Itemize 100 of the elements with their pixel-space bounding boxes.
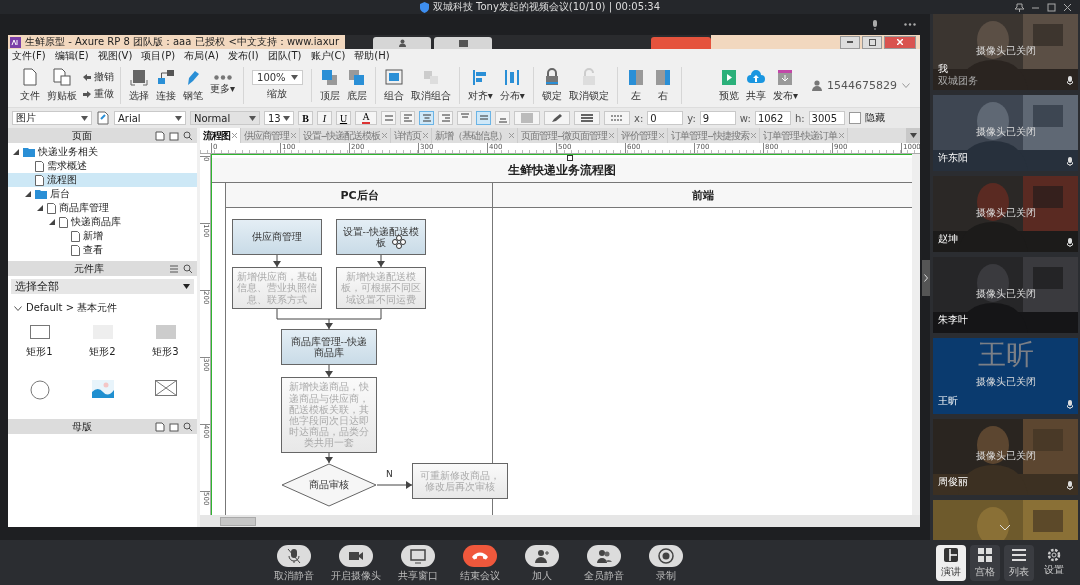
grid-view-tab[interactable]: 宫格 [970, 544, 1000, 581]
text-style-button[interactable]: I [317, 111, 332, 125]
toolbar-button[interactable]: 分布▾ [497, 66, 527, 104]
toolbar-button[interactable]: 预览 [716, 66, 741, 104]
note-node: 可重新修改商品，修改后再次审核 [412, 463, 508, 499]
camera-status: 摄像头已关闭 [974, 206, 1037, 220]
width-field[interactable]: 1062 [754, 111, 791, 125]
field-label: y: [687, 112, 696, 124]
toolbar-button[interactable]: 文件 [18, 66, 42, 104]
panel-title: 元件库 [72, 261, 105, 276]
text-style-dropdown[interactable]: Normal [190, 111, 260, 125]
page-tab[interactable]: 设置--快递配送模板 [300, 128, 392, 143]
page-tab[interactable]: 详情页 [391, 128, 433, 143]
camera-status: 摄像头已关闭 [974, 449, 1037, 463]
page-tree-item[interactable]: 快递业务相关 [8, 145, 197, 159]
page-tab[interactable]: 供应商管理 [241, 128, 300, 143]
lane-title: 前端 [493, 183, 912, 208]
widget-label: 矩形3 [152, 345, 179, 359]
menu-item[interactable]: 帮助(H) [354, 49, 390, 63]
widget-type-dropdown[interactable]: 图片 [12, 111, 92, 125]
redo-button[interactable]: 重做 [82, 86, 114, 101]
panel-title: 母版 [70, 419, 93, 434]
library-dropdown[interactable]: 选择全部 [11, 279, 194, 294]
field-label: h: [794, 112, 805, 124]
page-tree-item[interactable]: 需求概述 [8, 159, 197, 173]
menu-item[interactable]: 文件(F) [12, 49, 46, 63]
invite-button[interactable]: 加人 [516, 545, 568, 585]
zoom-dropdown[interactable]: 100% [252, 69, 303, 85]
toolbar-button[interactable]: 钢笔 [181, 66, 205, 104]
meeting-title: 双城科技 Tony发起的视频会议(10/10) | 00:05:34 [419, 0, 661, 14]
avatar-text: 王昕 [976, 338, 1035, 372]
menu-item[interactable]: 发布(I) [227, 49, 259, 63]
end-meeting-button[interactable]: 结束会议 [454, 545, 506, 585]
mute-all-button[interactable]: 全员静音 [578, 545, 630, 585]
window-subtitle: <中文支持：www.iaxur [228, 35, 339, 49]
account-menu[interactable]: 1544675829 [806, 78, 916, 92]
window-title: 生鲜原型 - Axure RP 8 团队版：aaa 已授权 [25, 35, 225, 49]
toolbar-button[interactable]: 连接 [154, 66, 178, 104]
font-size-dropdown[interactable]: 13 [264, 111, 294, 125]
menu-item[interactable]: 项目(P) [141, 49, 176, 63]
camera-button[interactable]: 开启摄像头 [330, 545, 382, 585]
process-node: 供应商管理 [232, 219, 322, 255]
page-tab[interactable]: 新增（基础信息） [432, 128, 519, 143]
text-style-button[interactable]: U [336, 111, 351, 125]
page-tree-item[interactable]: 新增 [8, 229, 197, 243]
library-group[interactable]: Default > 基本元件 [8, 297, 197, 319]
menu-item[interactable]: 布局(A) [184, 49, 219, 63]
field-label: w: [739, 112, 751, 124]
checkbox-label: 隐藏 [864, 111, 885, 125]
font-dropdown[interactable]: Arial [114, 111, 186, 125]
height-field[interactable]: 3005 [808, 111, 845, 125]
toolbar-button[interactable]: 底层 [344, 66, 369, 104]
toolbar-button[interactable]: 左 [623, 66, 648, 104]
menu-item[interactable]: 账户(C) [310, 49, 346, 63]
text-style-button[interactable]: B [298, 111, 313, 125]
edge-label: N [386, 469, 393, 479]
widget-label: 矩形2 [89, 345, 116, 359]
participant-name: 朱李叶 [938, 313, 968, 327]
process-node: 商品库管理--快递商品库 [281, 329, 377, 365]
x-field[interactable]: 0 [647, 111, 684, 125]
page-tree-item[interactable]: 流程图 [8, 173, 197, 187]
toolbar-button[interactable]: 取消组合 [408, 66, 453, 104]
toolbar-button[interactable]: 剪贴板 [45, 66, 79, 104]
toolbar-button[interactable]: 右 [650, 66, 675, 104]
toolbar-button[interactable]: 发布▾ [770, 66, 800, 104]
record-button[interactable]: 录制 [640, 545, 692, 585]
undo-button[interactable]: 撤销 [82, 69, 114, 84]
diagram-title: 生鲜快递业务流程图 [212, 158, 912, 183]
camera-status: 摄像头已关闭 [974, 125, 1037, 139]
page-tab[interactable]: 订单管理--快捷搜索 [668, 128, 760, 143]
toolbar-button[interactable]: 取消锁定 [566, 66, 611, 104]
participant-name: 我 [938, 62, 948, 76]
unmute-button[interactable]: 取消静音 [268, 545, 320, 585]
page-tree-item[interactable]: 商品库管理 [8, 201, 197, 215]
toolbar-button[interactable]: 更多▾ [208, 73, 238, 97]
camera-status: 摄像头已关闭 [974, 44, 1037, 58]
font-color-button[interactable]: A [355, 111, 377, 125]
page-tree-item[interactable]: 后台 [8, 187, 197, 201]
page-tab[interactable]: 页面管理--微页面管理 [518, 128, 619, 143]
toolbar-button[interactable]: 选择 [127, 66, 151, 104]
page-tab[interactable]: 流程图 [200, 128, 241, 143]
speaker-view-tab[interactable]: 演讲 [936, 544, 966, 581]
settings-button[interactable]: 设置 [1044, 548, 1064, 577]
share-window-button[interactable]: 共享窗口 [392, 545, 444, 585]
toolbar-button[interactable]: 锁定 [539, 66, 564, 104]
list-view-tab[interactable]: 列表 [1004, 544, 1034, 581]
menu-item[interactable]: 编辑(E) [54, 49, 89, 63]
menu-item[interactable]: 团队(T) [267, 49, 302, 63]
page-tab[interactable]: 评价管理 [618, 128, 669, 143]
zoom-label: 缩放 [267, 86, 288, 101]
participant-name: 赵坤 [938, 232, 958, 246]
toolbar-button[interactable]: 组合 [381, 66, 406, 104]
toolbar-button[interactable]: 对齐▾ [465, 66, 495, 104]
toolbar-button[interactable]: 顶层 [317, 66, 342, 104]
y-field[interactable]: 9 [699, 111, 736, 125]
participant-name: 周俊丽 [938, 475, 968, 489]
page-tree-item[interactable]: 查看 [8, 243, 197, 257]
menu-item[interactable]: 视图(V) [97, 49, 133, 63]
page-tree-item[interactable]: 快递商品库 [8, 215, 197, 229]
toolbar-button[interactable]: 共享 [743, 66, 768, 104]
